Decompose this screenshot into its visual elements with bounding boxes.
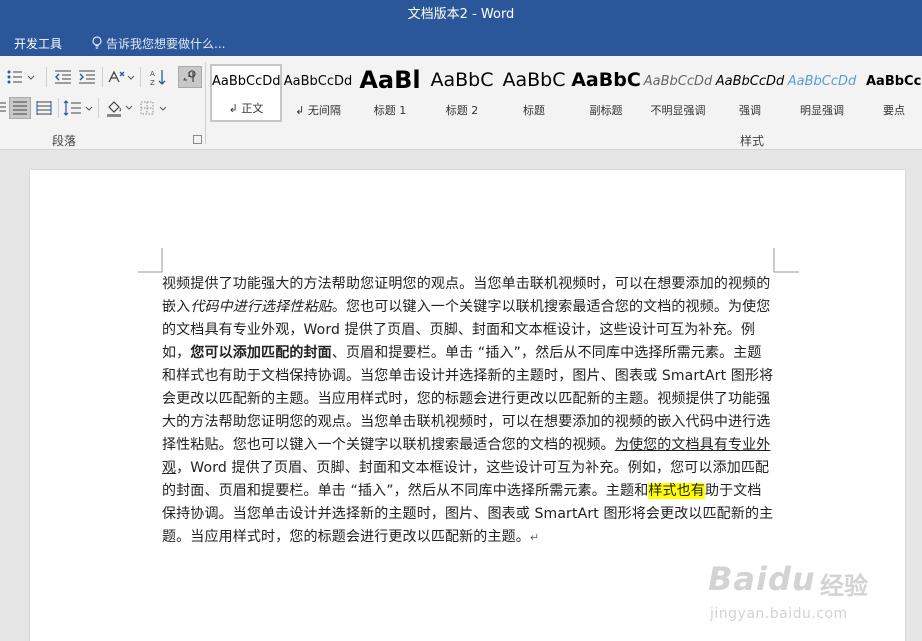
increase-indent-button[interactable] <box>76 66 98 88</box>
style-heading-2[interactable]: AaBbC 标题 2 <box>426 64 498 122</box>
tell-me-search[interactable]: 告诉我您想要做什么... <box>92 35 225 52</box>
style-title[interactable]: AaBbC 标题 <box>498 64 570 122</box>
justify-icon <box>13 101 27 115</box>
style-strong[interactable]: AaBbCcD 要点 <box>858 64 922 122</box>
text-run: 代码中进行选择性粘贴 <box>190 299 332 315</box>
styles-group-label: 样式 <box>740 134 765 148</box>
style-heading-1[interactable]: AaBl 标题 1 <box>354 64 426 122</box>
crop-mark <box>773 248 799 273</box>
style-name: 标题 <box>523 104 545 117</box>
shading-button[interactable] <box>104 97 136 119</box>
paragraph-group-label: 段落 <box>52 134 77 148</box>
style-subtle-emphasis[interactable]: AaBbCcDd 不明显强调 <box>642 64 714 122</box>
style-name: ↲ 正文 <box>228 102 264 115</box>
style-preview: AaBbCcD <box>866 74 922 89</box>
distributed-icon <box>36 101 52 115</box>
bullets-button[interactable] <box>0 66 42 88</box>
style-preview: AaBbCcDd <box>643 74 713 89</box>
style-name: 副标题 <box>589 104 623 117</box>
style-preview: AaBl <box>359 66 421 94</box>
align-left-icon <box>0 102 6 112</box>
style-preview: AaBbCcDd <box>283 74 353 89</box>
style-name: 要点 <box>883 104 905 117</box>
style-intense-emphasis[interactable]: AaBbCcDd 明显强调 <box>786 64 858 122</box>
style-preview: AaBbCcDd <box>787 74 857 89</box>
sort-button[interactable]: A Z <box>146 66 170 88</box>
bullet-list-icon <box>7 70 35 84</box>
style-name: 标题 1 <box>373 104 407 117</box>
style-normal[interactable]: AaBbCcDd ↲ 正文 <box>210 64 282 122</box>
style-name: 明显强调 <box>800 104 844 117</box>
distributed-button[interactable] <box>33 97 55 119</box>
decrease-indent-button[interactable] <box>52 66 74 88</box>
style-name: ↲ 无间隔 <box>295 104 341 117</box>
style-no-spacing[interactable]: AaBbCcDd ↲ 无间隔 <box>282 64 354 122</box>
watermark-brand: Baidu <box>708 560 816 598</box>
line-spacing-icon <box>63 100 93 116</box>
svg-text:Z: Z <box>150 79 155 86</box>
style-emphasis[interactable]: AaBbCcDd 强调 <box>714 64 786 122</box>
justify-button[interactable] <box>9 97 31 119</box>
paragraph-mark-icon <box>183 70 196 82</box>
paragraph-group: A Z 段落 <box>0 56 205 150</box>
paint-bucket-icon <box>107 101 133 117</box>
watermark-brand-cn: 经验 <box>820 572 868 600</box>
text-run: 样式也有 <box>648 483 705 499</box>
line-spacing-button[interactable] <box>62 97 94 119</box>
style-preview: AaBbC <box>502 69 566 91</box>
paragraph-dialog-launcher-icon[interactable] <box>193 135 202 144</box>
tab-developer[interactable]: 开发工具 <box>14 35 62 52</box>
style-preview: AaBbCcDd <box>212 74 280 89</box>
align-left-button[interactable] <box>0 97 6 119</box>
sort-icon: A Z <box>150 70 166 86</box>
menu-bar: 开发工具 告诉我您想要做什么... <box>0 30 922 56</box>
svg-text:A: A <box>150 70 155 78</box>
watermark: Baidu 经验 jingyan.baidu.com <box>700 560 915 638</box>
window-title: 文档版本2 - Word <box>407 7 515 22</box>
style-name: 强调 <box>739 104 761 117</box>
increase-indent-icon <box>79 70 95 84</box>
style-name: 标题 2 <box>445 104 479 117</box>
show-hide-marks-button[interactable] <box>178 66 202 88</box>
style-subtitle[interactable]: AaBbC 副标题 <box>570 64 642 122</box>
document-body-text[interactable]: 视频提供了功能强大的方法帮助您证明您的观点。当您单击联机视频时，可以在想要添加的… <box>162 273 774 549</box>
decrease-indent-icon <box>55 70 71 84</box>
crop-mark <box>138 248 163 273</box>
style-preview: AaBbC <box>430 69 494 91</box>
borders-button[interactable] <box>138 97 170 119</box>
style-preview: AaBbCcDd <box>715 74 785 89</box>
text-run: 您可以添加匹配的封面 <box>190 345 332 361</box>
ribbon: A Z 段落 AaBbCcDd ↲ 正文 AaBbCcDd ↲ 无间隔 AaBl… <box>0 56 922 150</box>
watermark-url: jingyan.baidu.com <box>710 606 848 622</box>
style-name: 不明显强调 <box>650 104 706 117</box>
style-preview: AaBbC <box>571 69 641 91</box>
chinese-layout-button[interactable] <box>106 66 136 88</box>
text-run: ↵ <box>529 531 540 544</box>
chinese-layout-icon <box>108 70 135 83</box>
lightbulb-icon <box>92 36 102 49</box>
title-bar: 文档版本2 - Word <box>0 0 922 30</box>
border-grid-icon <box>140 101 167 115</box>
tell-me-placeholder: 告诉我您想要做什么... <box>106 37 226 51</box>
styles-gallery: AaBbCcDd ↲ 正文 AaBbCcDd ↲ 无间隔 AaBl 标题 1 A… <box>210 64 922 122</box>
